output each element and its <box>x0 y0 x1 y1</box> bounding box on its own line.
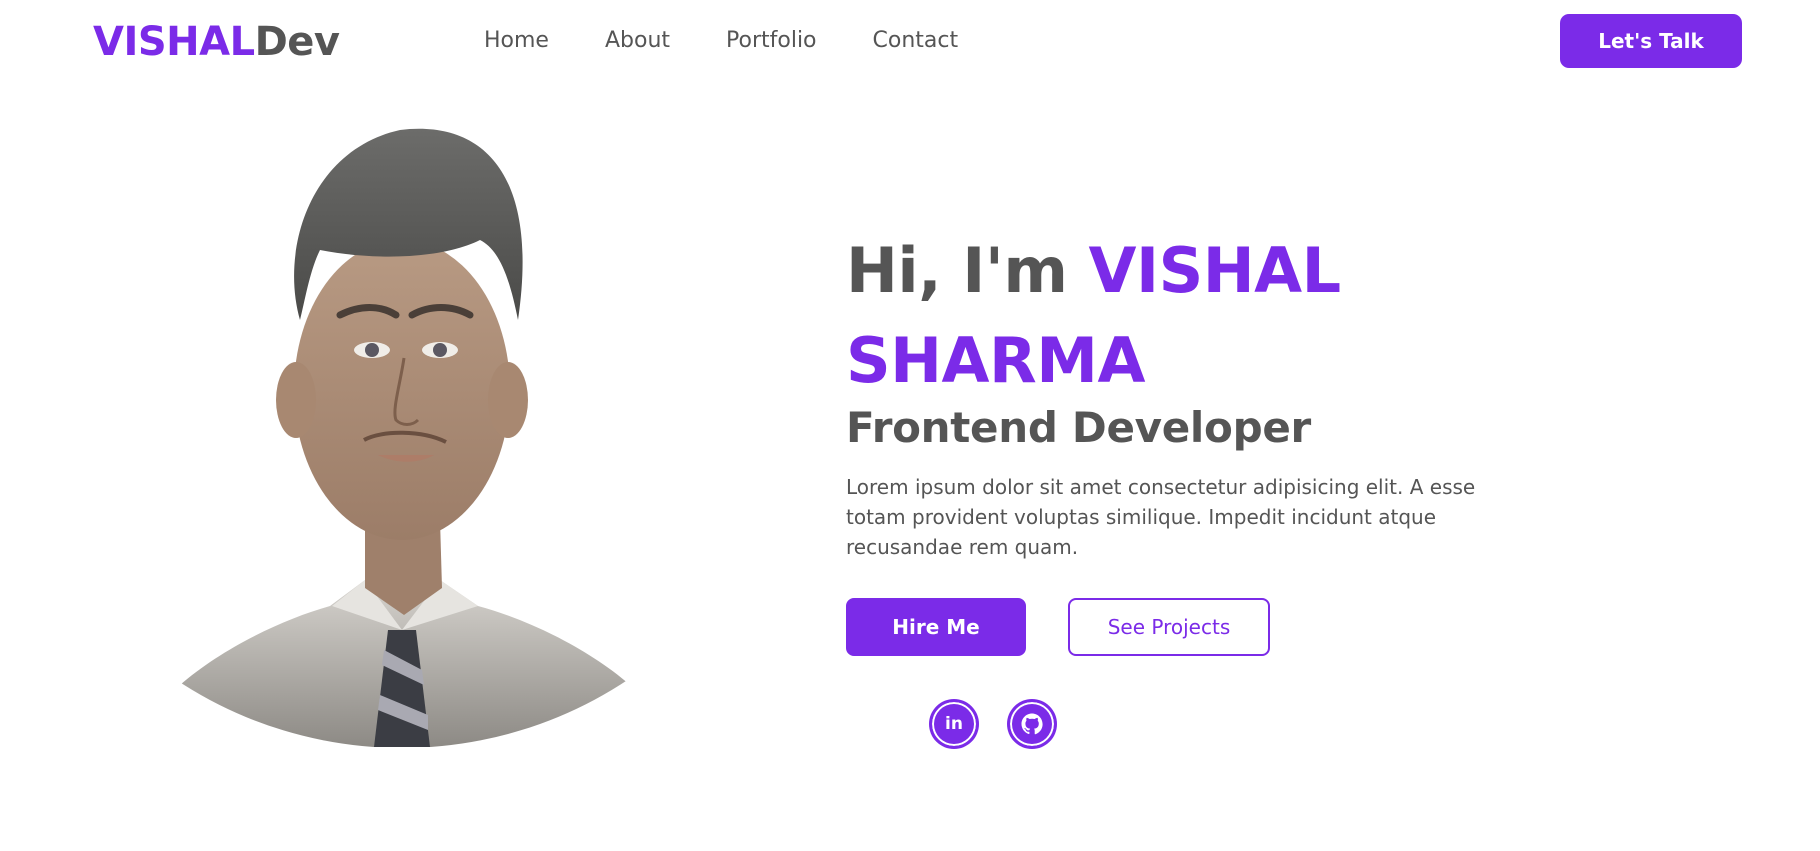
nav-link-portfolio[interactable]: Portfolio <box>726 26 817 56</box>
nav-links: Home About Portfolio Contact <box>484 26 1014 56</box>
hire-me-button[interactable]: Hire Me <box>846 598 1026 656</box>
nav-link-about[interactable]: About <box>605 26 670 56</box>
linkedin-icon: in <box>945 713 963 734</box>
nav-link-home[interactable]: Home <box>484 26 549 56</box>
portrait-illustration <box>160 128 644 747</box>
role-title: Frontend Developer <box>846 403 1311 452</box>
see-projects-button[interactable]: See Projects <box>1068 598 1270 656</box>
social-links: in <box>930 700 1486 748</box>
navbar: VISHALDev Home About Portfolio Contact L… <box>0 0 1820 82</box>
lets-talk-button[interactable]: Let's Talk <box>1560 14 1742 68</box>
linkedin-link[interactable]: in <box>930 700 978 748</box>
hero-portrait <box>160 110 644 747</box>
site-logo[interactable]: VISHALDev <box>93 18 340 66</box>
logo-accent: VISHAL <box>93 19 255 65</box>
name-first: VISHAL <box>1088 234 1342 307</box>
nav-link-contact[interactable]: Contact <box>873 26 959 56</box>
github-icon <box>1021 713 1043 735</box>
greeting-prefix: Hi, I'm <box>846 234 1089 307</box>
name-last: SHARMA <box>846 324 1145 397</box>
cta-row: Hire Me See Projects <box>846 598 1486 656</box>
github-link[interactable] <box>1008 700 1056 748</box>
hero-text: Hi, I'm VISHAL SHARMA Frontend Developer… <box>846 226 1486 748</box>
bio-text: Lorem ipsum dolor sit amet consectetur a… <box>846 475 1476 559</box>
hero-heading: Hi, I'm VISHAL SHARMA <box>846 226 1486 406</box>
logo-rest: Dev <box>254 19 340 65</box>
